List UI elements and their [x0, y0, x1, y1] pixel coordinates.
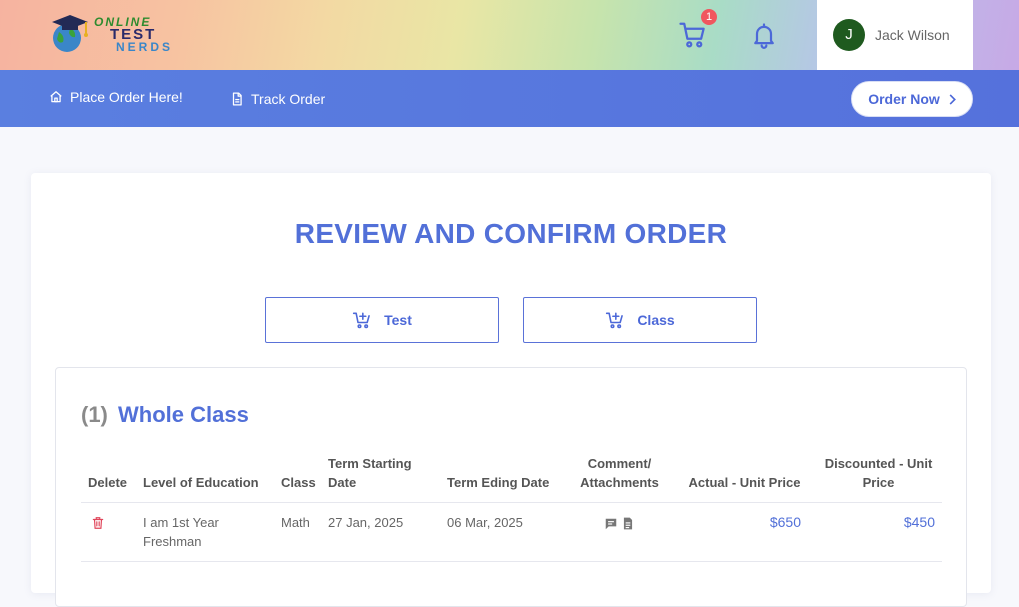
class-cell: Math	[274, 502, 321, 562]
top-header: ONLINE TEST NERDS 1 J Jack Wilson	[0, 0, 1019, 70]
review-card: REVIEW AND CONFIRM ORDER Test Class (1) …	[31, 173, 991, 607]
col-term-start: Term Starting Date	[321, 454, 440, 503]
graduation-globe-icon	[52, 15, 88, 52]
actual-price-cell: $650	[674, 502, 808, 562]
page-title: REVIEW AND CONFIRM ORDER	[294, 218, 728, 249]
level-cell: I am 1st Year Freshman	[136, 502, 274, 562]
col-delete: Delete	[81, 454, 136, 503]
order-table: Delete Level of Education Class Term Sta…	[81, 454, 942, 562]
add-to-cart-icon	[353, 312, 370, 329]
comment-icon[interactable]	[604, 517, 618, 531]
term-end-cell: 06 Mar, 2025	[440, 502, 558, 562]
document-icon	[232, 92, 242, 106]
home-icon	[50, 91, 62, 103]
cart-icon	[679, 22, 705, 48]
col-comment: Comment/ Attachments	[558, 454, 674, 503]
actual-price: $650	[769, 514, 801, 530]
delete-cell	[81, 502, 136, 562]
user-menu[interactable]: J Jack Wilson	[817, 0, 973, 70]
discounted-price-cell: $450	[808, 502, 942, 562]
brand-line-3: NERDS	[116, 40, 174, 54]
section-number: (1)	[81, 402, 108, 427]
tab-class[interactable]: Class	[523, 297, 757, 343]
user-name: Jack Wilson	[875, 27, 950, 43]
brand-logo[interactable]: ONLINE TEST NERDS	[50, 12, 180, 58]
comment-cell	[558, 502, 674, 562]
col-level: Level of Education	[136, 454, 274, 503]
nav-place-order[interactable]: Place Order Here!	[49, 89, 183, 105]
discounted-price: $450	[903, 514, 935, 530]
col-discounted-price: Discounted - Unit Price	[808, 454, 942, 503]
nav-track-order-label: Track Order	[251, 91, 326, 107]
order-now-button[interactable]: Order Now	[851, 81, 973, 117]
trash-icon[interactable]	[91, 515, 105, 531]
tab-test-label: Test	[384, 312, 412, 328]
section-name: Whole Class	[118, 402, 249, 427]
term-start-cell: 27 Jan, 2025	[321, 502, 440, 562]
notifications-button[interactable]	[750, 20, 778, 50]
main-nav: Place Order Here! Track Order Order Now	[0, 70, 1019, 127]
nav-track-order[interactable]: Track Order	[230, 91, 325, 107]
col-term-end: Term Eding Date	[440, 454, 558, 503]
attachment-icon[interactable]	[621, 516, 635, 531]
cart-count-badge: 1	[701, 9, 717, 25]
add-to-cart-icon	[606, 312, 624, 329]
bell-icon	[754, 23, 774, 49]
chevron-right-icon	[949, 93, 956, 105]
tab-class-label: Class	[637, 312, 675, 328]
avatar: J	[833, 19, 865, 51]
section-title: (1) Whole Class	[81, 402, 249, 428]
cart-button[interactable]	[678, 20, 708, 50]
tab-test[interactable]: Test	[265, 297, 499, 343]
order-now-label: Order Now	[868, 91, 940, 107]
order-section: (1) Whole Class Delete Level of Educatio…	[55, 367, 967, 607]
nav-place-order-label: Place Order Here!	[70, 89, 183, 105]
col-actual-price: Actual - Unit Price	[674, 454, 808, 503]
col-class: Class	[274, 454, 321, 503]
table-row: I am 1st Year Freshman Math 27 Jan, 2025…	[81, 502, 942, 562]
table-header-row: Delete Level of Education Class Term Sta…	[81, 454, 942, 503]
